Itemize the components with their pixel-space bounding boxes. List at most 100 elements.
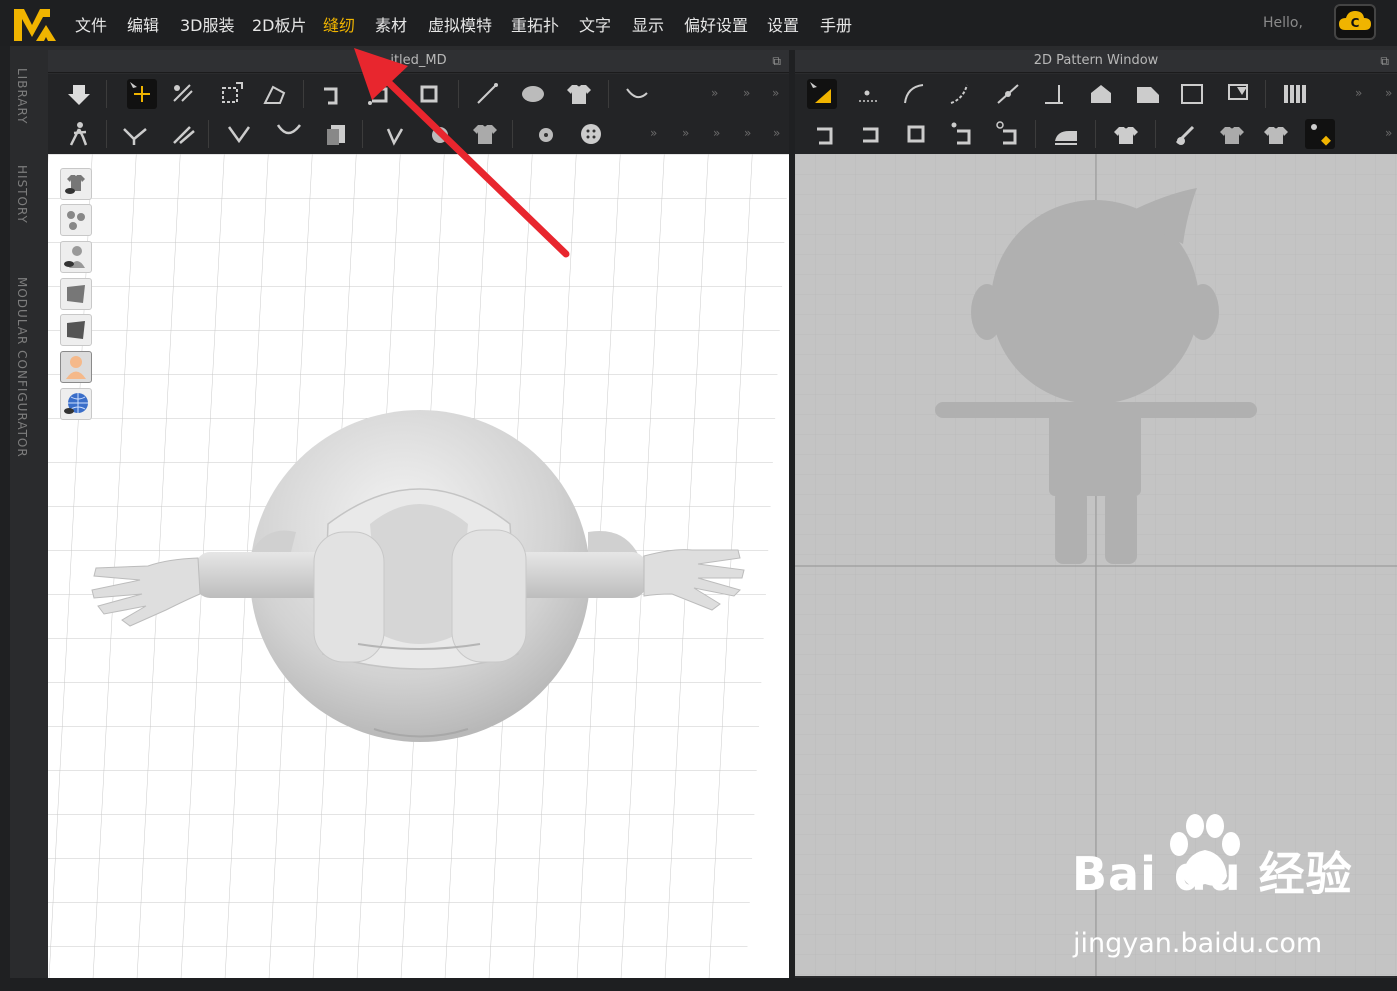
transform-icon[interactable] bbox=[216, 79, 246, 109]
tab-history[interactable]: HISTORY bbox=[15, 165, 29, 224]
tuck-icon[interactable] bbox=[380, 119, 410, 149]
toolbar-overflow[interactable]: » bbox=[713, 126, 720, 140]
button-icon[interactable] bbox=[576, 119, 606, 149]
edit-curve-icon[interactable] bbox=[622, 79, 652, 109]
measure-icon[interactable] bbox=[472, 79, 502, 109]
cloud-button[interactable]: C bbox=[1334, 4, 1376, 40]
2d-toolbar-row-2: » bbox=[795, 114, 1397, 154]
2d-shirt-icon[interactable] bbox=[1111, 119, 1141, 149]
fold-icon[interactable] bbox=[260, 79, 290, 109]
toolbar-overflow[interactable]: » bbox=[744, 126, 751, 140]
dart-icon[interactable] bbox=[1223, 79, 1253, 109]
2d-texture-shirt-icon[interactable] bbox=[1217, 119, 1247, 149]
edit-pattern-icon bbox=[810, 82, 831, 103]
brush-icon[interactable] bbox=[168, 119, 198, 149]
select-mesh-icon[interactable] bbox=[168, 79, 198, 109]
rectangle-icon[interactable] bbox=[1133, 79, 1163, 109]
toolbar-overflow[interactable]: » bbox=[711, 86, 718, 100]
menu-material[interactable]: 素材 bbox=[375, 12, 407, 36]
side-panel-edge bbox=[0, 46, 10, 991]
2d-visibility-icon[interactable] bbox=[947, 119, 977, 149]
show-pattern-button[interactable] bbox=[1305, 119, 1335, 149]
menu-file[interactable]: 文件 bbox=[75, 12, 107, 36]
toolbar-overflow[interactable]: » bbox=[773, 126, 780, 140]
3d-grid-and-avatar bbox=[48, 154, 789, 978]
2d-pattern-viewport[interactable]: Bai du 经验 jingyan.baidu.com bbox=[795, 154, 1397, 976]
2d-rotate-icon[interactable] bbox=[901, 119, 931, 149]
toolbar-overflow[interactable]: » bbox=[743, 86, 750, 100]
toolbar-overflow[interactable]: » bbox=[1385, 126, 1392, 140]
show-avatar-button[interactable] bbox=[60, 241, 92, 273]
toolbar-overflow[interactable]: » bbox=[1385, 86, 1392, 100]
layer-icon[interactable] bbox=[322, 119, 352, 149]
polygon-icon[interactable] bbox=[1085, 79, 1115, 109]
menu-2d-pattern[interactable]: 2D板片 bbox=[252, 12, 307, 36]
app-logo-icon[interactable] bbox=[12, 5, 58, 43]
edit-curve-point-icon[interactable] bbox=[899, 79, 929, 109]
3d-toolbar-row-1: » » » bbox=[48, 74, 789, 114]
menu-display[interactable]: 显示 bbox=[632, 12, 664, 36]
dots-icon bbox=[67, 211, 85, 230]
menu-settings[interactable]: 设置 bbox=[767, 12, 799, 36]
eye-shirt-icon bbox=[65, 175, 85, 194]
toolbar-overflow[interactable]: » bbox=[650, 126, 657, 140]
tab-library[interactable]: LIBRARY bbox=[15, 68, 29, 124]
2d-window-title: 2D Pattern Window bbox=[1033, 53, 1159, 68]
edit-pattern-button[interactable] bbox=[807, 79, 837, 109]
free-sewing-icon[interactable] bbox=[274, 119, 304, 149]
surface-icon bbox=[67, 285, 85, 303]
garment-fit-icon[interactable] bbox=[518, 79, 548, 109]
menu-3d-garment[interactable]: 3D服装 bbox=[180, 12, 235, 36]
mesh-surface-button[interactable] bbox=[60, 314, 92, 346]
toolbar-overflow[interactable]: » bbox=[1355, 86, 1362, 100]
show-pattern-points-button[interactable] bbox=[60, 204, 92, 236]
seam-icon[interactable] bbox=[120, 119, 150, 149]
avatar-skin-button[interactable] bbox=[60, 351, 92, 383]
slice-icon[interactable] bbox=[1039, 79, 1069, 109]
strengthen-icon[interactable] bbox=[414, 79, 444, 109]
pin-icon[interactable] bbox=[364, 79, 394, 109]
segment-sewing-icon[interactable] bbox=[224, 119, 254, 149]
2d-tack-icon[interactable] bbox=[809, 119, 839, 149]
menu-avatar[interactable]: 虚拟模特 bbox=[428, 12, 492, 36]
show-garment-button[interactable] bbox=[60, 168, 92, 200]
menu-manual[interactable]: 手册 bbox=[820, 12, 852, 36]
menu-edit[interactable]: 编辑 bbox=[127, 12, 159, 36]
popout-icon[interactable]: ⧉ bbox=[772, 50, 781, 72]
button-tool-icon[interactable] bbox=[426, 119, 456, 149]
buttonhole-icon[interactable] bbox=[530, 119, 560, 149]
texture-surface-button[interactable] bbox=[60, 278, 92, 310]
simulation-icon[interactable] bbox=[64, 79, 94, 109]
eye-avatar-icon bbox=[64, 246, 85, 268]
environment-button[interactable] bbox=[60, 388, 92, 420]
internal-shape-icon[interactable] bbox=[1177, 79, 1207, 109]
toolbar-overflow[interactable]: » bbox=[682, 126, 689, 140]
menu-text[interactable]: 文字 bbox=[579, 12, 611, 36]
menu-preferences[interactable]: 偏好设置 bbox=[684, 12, 748, 36]
2d-brush-icon[interactable] bbox=[1171, 119, 1201, 149]
baidu-watermark-url: jingyan.baidu.com bbox=[1073, 928, 1323, 959]
user-greeting: Hello, bbox=[1263, 15, 1303, 31]
3d-viewport[interactable] bbox=[48, 154, 789, 978]
tack-icon[interactable] bbox=[318, 79, 348, 109]
texture-shirt-icon[interactable] bbox=[470, 119, 500, 149]
baidu-paw-icon bbox=[1170, 814, 1240, 886]
select-move-button[interactable] bbox=[127, 79, 157, 109]
2d-lock-icon[interactable] bbox=[993, 119, 1023, 149]
grading-icon[interactable] bbox=[1281, 79, 1311, 109]
shirt-icon[interactable] bbox=[564, 79, 594, 109]
menu-sewing[interactable]: 缝纫 bbox=[323, 12, 355, 36]
3d-window-header: itled_MD ⧉ bbox=[48, 50, 789, 73]
add-point-icon[interactable] bbox=[993, 79, 1023, 109]
avatar-pose-icon[interactable] bbox=[64, 119, 94, 149]
curvature-icon[interactable] bbox=[945, 79, 975, 109]
menu-retopology[interactable]: 重拓扑 bbox=[511, 12, 559, 36]
edit-point-icon[interactable] bbox=[853, 79, 883, 109]
tab-modular-configurator[interactable]: MODULAR CONFIGURATOR bbox=[15, 277, 29, 458]
toolbar-overflow[interactable]: » bbox=[772, 86, 779, 100]
globe-icon bbox=[64, 393, 88, 414]
2d-pin-icon[interactable] bbox=[855, 119, 885, 149]
iron-icon[interactable] bbox=[1051, 119, 1081, 149]
2d-checker-shirt-icon[interactable] bbox=[1261, 119, 1291, 149]
popout-icon[interactable]: ⧉ bbox=[1380, 50, 1389, 72]
